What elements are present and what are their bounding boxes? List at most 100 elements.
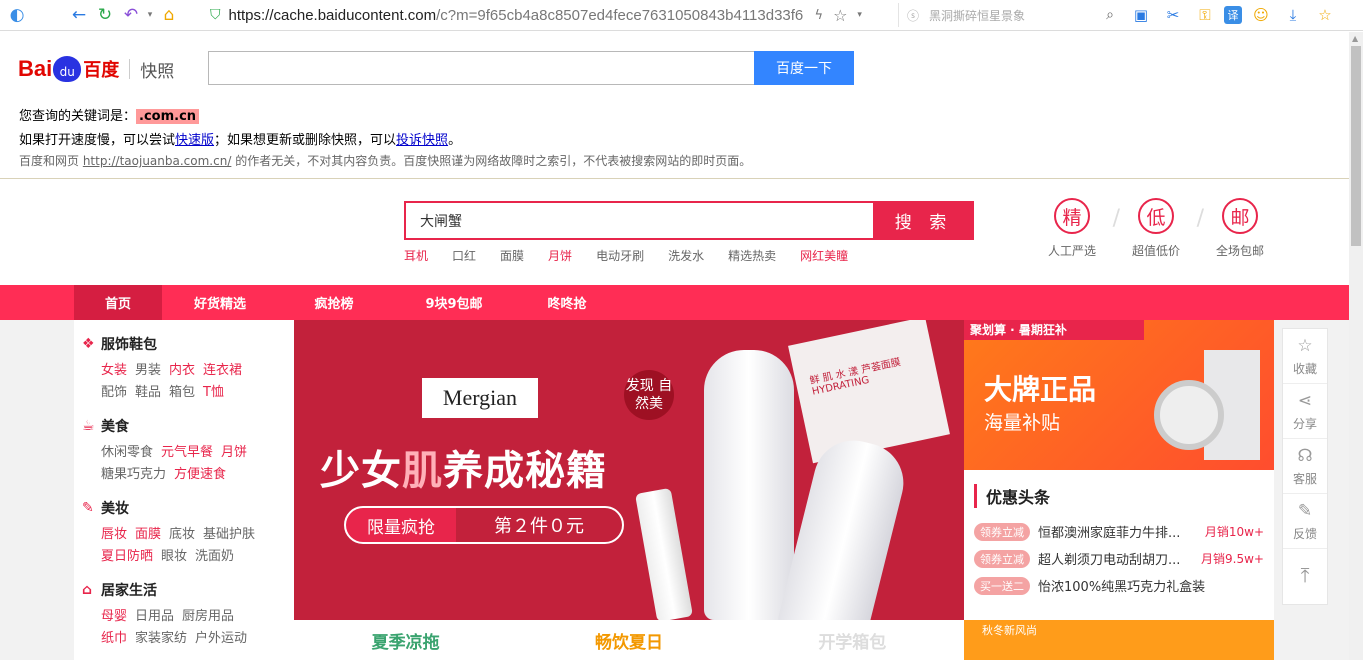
share-button[interactable]: ⋖ 分享 — [1283, 384, 1327, 439]
category-link[interactable]: 纸巾 — [101, 631, 127, 646]
download-icon[interactable]: ⤓ — [1280, 2, 1306, 28]
category-link[interactable]: 方便速食 — [174, 467, 226, 482]
back-icon[interactable]: ← — [66, 2, 92, 28]
promo-title: 大牌正品 — [984, 373, 1097, 406]
category-link[interactable]: T恤 — [203, 385, 224, 400]
category-link[interactable]: 底妆 — [169, 527, 195, 542]
category-link[interactable]: 配饰 — [101, 385, 127, 400]
category-link[interactable]: 夏日防晒 — [101, 549, 153, 564]
baidu-logo[interactable]: Bai du 百度 快照 — [18, 56, 174, 82]
strip-item-slippers[interactable]: 夏季凉拖 — [294, 620, 517, 660]
category-title[interactable]: ☕ 美食 — [82, 416, 294, 436]
category-link[interactable]: 月饼 — [221, 445, 247, 460]
category-link[interactable]: 洗面奶 — [195, 549, 234, 564]
hot-word[interactable]: 精选热卖 — [728, 247, 776, 264]
hot-word[interactable]: 面膜 — [500, 247, 524, 264]
lightning-icon[interactable]: ϟ — [815, 8, 824, 23]
promo-banner-2[interactable]: 秋冬新风尚 — [964, 620, 1274, 660]
scrollbar-thumb[interactable] — [1351, 46, 1361, 246]
scissors-icon[interactable]: ✂ — [1160, 2, 1186, 28]
page-scrollbar[interactable]: ▲ — [1349, 32, 1363, 660]
news-tag: 买一送二 — [974, 576, 1030, 595]
promo-banner[interactable]: 聚划算 · 暑期狂补 大牌正品 海量补贴 — [964, 320, 1274, 470]
clipboard-icon[interactable]: ▣ — [1128, 2, 1154, 28]
category-link[interactable]: 家装家纺 — [135, 631, 187, 646]
nav-item[interactable]: 好货精选 — [162, 285, 278, 320]
news-item[interactable]: 买一送二 怡浓100%纯黑巧克力礼盒装 — [974, 576, 1264, 595]
nav-item[interactable]: 咚咚抢 — [518, 285, 616, 320]
news-sales: 月销9.5w+ — [1201, 552, 1264, 566]
shop-search-button[interactable]: 搜 索 — [873, 201, 974, 240]
refresh-icon[interactable]: ↻ — [92, 2, 118, 28]
category-title[interactable]: ⌂ 居家生活 — [82, 580, 294, 600]
chevron-down-icon[interactable]: ▾ — [857, 10, 862, 20]
category-link[interactable]: 休闲零食 — [101, 445, 153, 460]
nav-item[interactable]: 疯抢榜 — [278, 285, 390, 320]
hot-word[interactable]: 口红 — [452, 247, 476, 264]
baidu-search-input[interactable] — [208, 51, 754, 85]
address-bar[interactable]: ⛉ https://cache.baiducontent.com/c?m=9f6… — [210, 3, 896, 27]
badge-label: 人工严选 — [1047, 244, 1096, 258]
category-link[interactable]: 日用品 — [135, 609, 174, 624]
service-badge[interactable]: 邮全场包邮 — [1198, 198, 1282, 259]
category-link[interactable]: 眼妆 — [161, 549, 187, 564]
emoji-icon[interactable]: ☺ — [1248, 2, 1274, 28]
category-link[interactable]: 基础护肤 — [203, 527, 255, 542]
favorite-star-icon[interactable]: ☆ — [1312, 2, 1338, 28]
banner[interactable]: Mergian 发现 自然美 少女肌养成秘籍 限量疯抢 第２件０元 鲜 肌 水 … — [294, 320, 964, 620]
category-link[interactable]: 糖果巧克力 — [101, 467, 166, 482]
service-badge[interactable]: 精人工严选 / — [1030, 198, 1120, 259]
home-icon[interactable]: ⌂ — [156, 2, 182, 28]
complain-snapshot-link[interactable]: 投诉快照 — [396, 133, 448, 148]
source-url-link[interactable]: http://taojuanba.com.cn/ — [83, 154, 232, 168]
category-link[interactable]: 元气早餐 — [161, 445, 213, 460]
category-link[interactable]: 户外运动 — [195, 631, 247, 646]
service-button[interactable]: ☊ 客服 — [1283, 439, 1327, 494]
promo-subtitle: 海量补贴 — [984, 412, 1061, 434]
shop-search-input[interactable]: 大闸蟹 — [404, 201, 874, 240]
category-link[interactable]: 男装 — [135, 363, 161, 378]
hot-word[interactable]: 网红美瞳 — [800, 247, 848, 264]
news-item[interactable]: 领券立减 恒都澳洲家庭菲力牛排... 月销10w+ — [974, 522, 1264, 541]
strip-item-bags[interactable]: 开学箱包 — [741, 620, 964, 660]
category-link[interactable]: 内衣 — [169, 363, 195, 378]
category-link[interactable]: 箱包 — [169, 385, 195, 400]
address-url[interactable]: https://cache.baiducontent.com/c?m=9f65c… — [229, 7, 809, 24]
nav-item[interactable]: 9块9包邮 — [390, 285, 518, 320]
fast-version-link[interactable]: 快速版 — [175, 133, 214, 148]
collect-button[interactable]: ☆ 收藏 — [1283, 329, 1327, 384]
category-link[interactable]: 连衣裙 — [203, 363, 242, 378]
hot-word[interactable]: 电动牙刷 — [596, 247, 644, 264]
category-link[interactable]: 厨房用品 — [182, 609, 234, 624]
category-link[interactable]: 女装 — [101, 363, 127, 378]
translate-icon[interactable]: 译 — [1224, 6, 1242, 24]
undo-icon[interactable]: ↶ — [118, 2, 144, 28]
search-icon[interactable]: ⌕ — [1106, 7, 1114, 23]
baidu-snapshot-header: Bai du 百度 快照 百度一下 您查询的关键词是： .com.cn 如果打开速… — [0, 32, 1349, 179]
hot-word[interactable]: 洗发水 — [668, 247, 704, 264]
badge-circle: 邮 — [1222, 198, 1258, 234]
service-badge[interactable]: 低超值低价 / — [1114, 198, 1204, 259]
category-link[interactable]: 唇妆 — [101, 527, 127, 542]
star-icon[interactable]: ☆ — [833, 6, 847, 25]
hot-word[interactable]: 月饼 — [548, 247, 572, 264]
browser-search-box[interactable]: ⓢ 黑洞撕碎恒星景象 ⌕ — [898, 3, 1120, 27]
baidu-search-button[interactable]: 百度一下 — [754, 51, 854, 85]
dropdown-icon[interactable]: ▾ — [144, 2, 156, 28]
category-title[interactable]: ✎ 美妆 — [82, 498, 294, 518]
nav-item[interactable]: 首页 — [74, 285, 162, 320]
news-item[interactable]: 领券立减 超人剃须刀电动刮胡刀... 月销9.5w+ — [974, 549, 1264, 568]
strip-item-drinks[interactable]: 畅饮夏日 — [517, 620, 740, 660]
feedback-button[interactable]: ✎ 反馈 — [1283, 494, 1327, 549]
scroll-up-icon[interactable]: ▲ — [1352, 34, 1358, 43]
category-link[interactable]: 面膜 — [135, 527, 161, 542]
category-title[interactable]: ❖ 服饰鞋包 — [82, 334, 294, 354]
shop-search-value: 大闸蟹 — [420, 213, 462, 230]
feedback-label: 反馈 — [1292, 526, 1317, 541]
back-to-top-button[interactable]: ⤒ — [1283, 549, 1327, 604]
category-link[interactable]: 母婴 — [101, 609, 127, 624]
key-icon[interactable]: ⚿ — [1192, 2, 1218, 28]
paw-icon: du — [53, 56, 82, 82]
category-link[interactable]: 鞋品 — [135, 385, 161, 400]
hot-word[interactable]: 耳机 — [404, 247, 428, 264]
